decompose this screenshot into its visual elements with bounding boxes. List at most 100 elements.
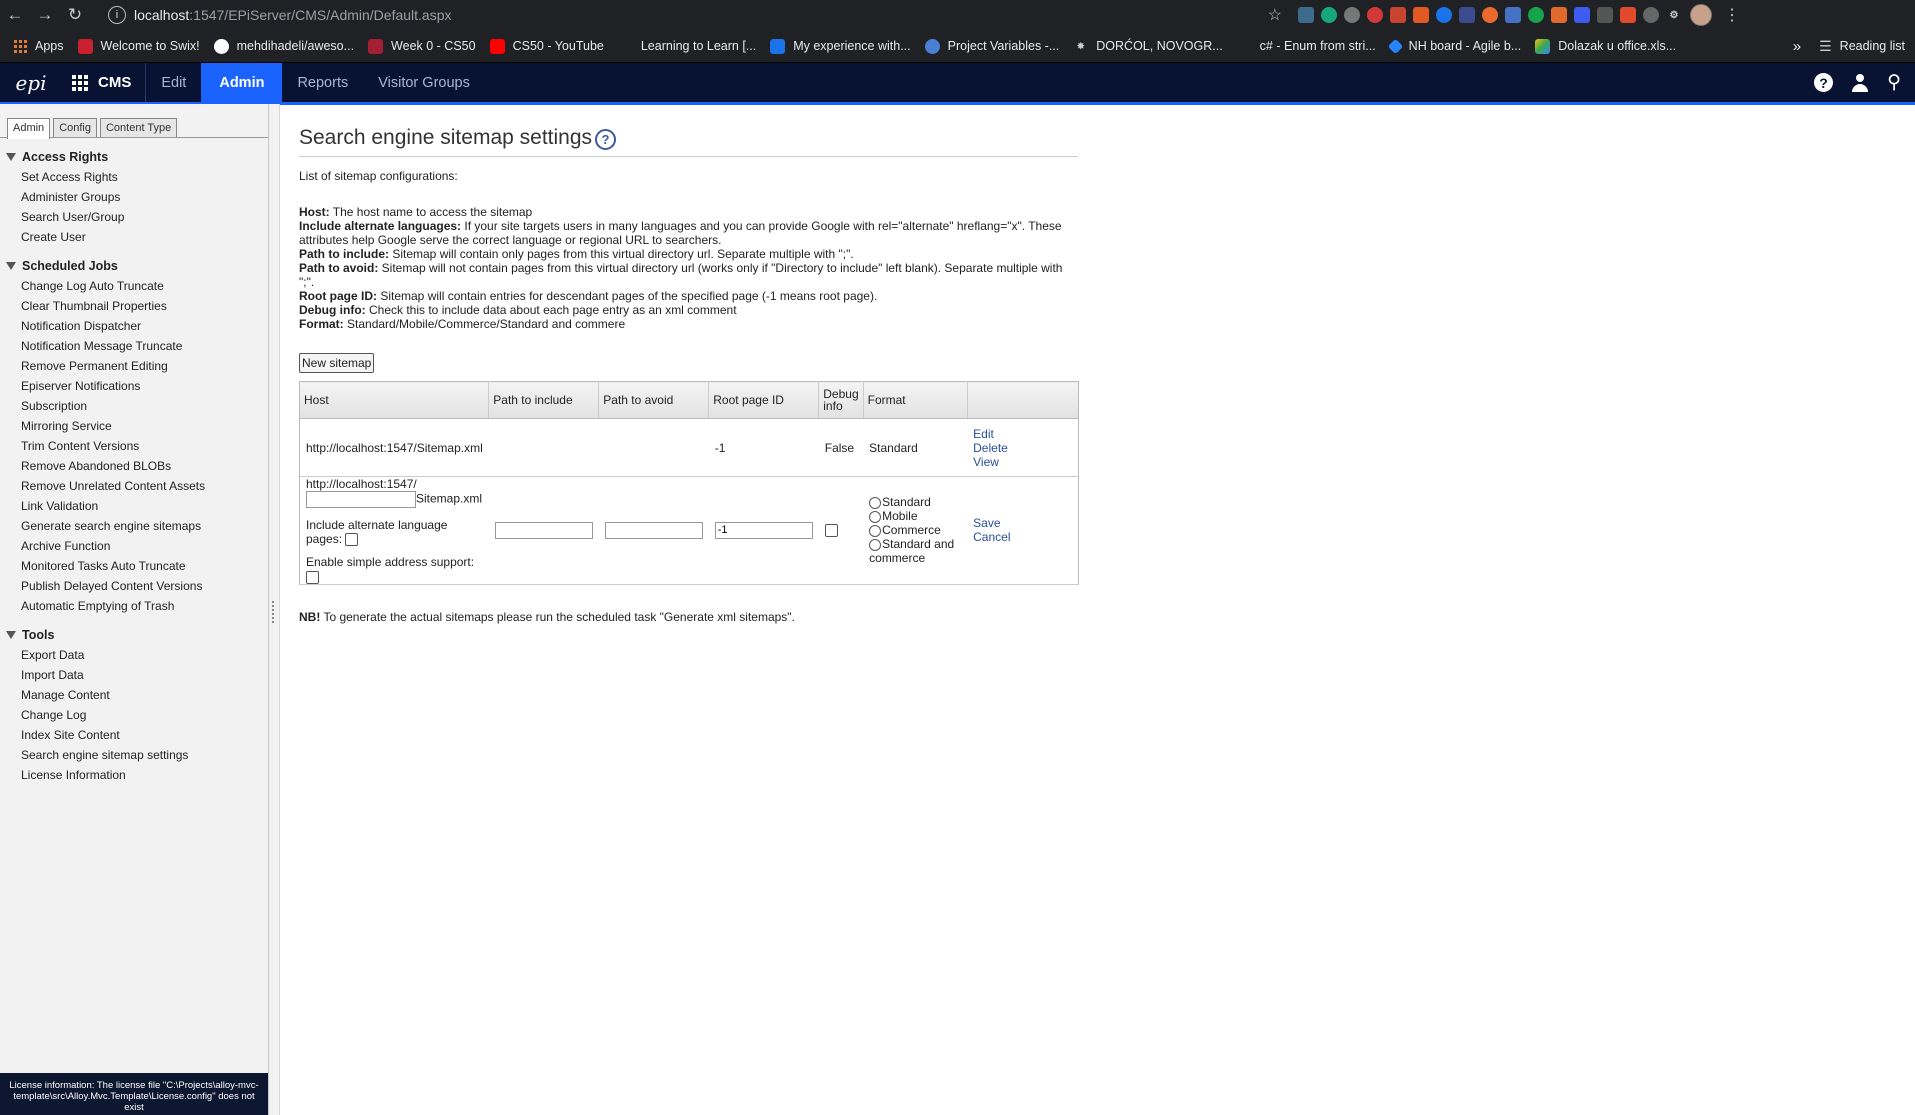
sidebar-item[interactable]: Change Log [0, 705, 268, 725]
extension-blue-icon[interactable] [1436, 7, 1452, 23]
extension-grid-icon[interactable] [1505, 7, 1521, 23]
new-sitemap-button[interactable]: New sitemap [299, 353, 375, 373]
path-include-input[interactable] [494, 521, 593, 539]
profile-avatar[interactable] [1690, 4, 1712, 26]
include-alt-checkbox[interactable] [345, 533, 359, 547]
view-link[interactable]: View [973, 455, 1072, 469]
help-icon[interactable]: ? [1814, 73, 1834, 92]
sidebar-item[interactable]: Mirroring Service [0, 416, 268, 436]
sidebar-item[interactable]: Notification Dispatcher [0, 316, 268, 336]
collapse-triangle-icon[interactable] [6, 631, 16, 639]
extension-calendar-icon[interactable] [1390, 7, 1406, 23]
extension-red-icon[interactable] [1367, 7, 1383, 23]
format-radio[interactable] [869, 525, 882, 538]
extension-orange-icon[interactable] [1482, 7, 1498, 23]
tab-edit[interactable]: Edit [146, 63, 201, 102]
sidebar-item[interactable]: Monitored Tasks Auto Truncate [0, 556, 268, 576]
format-radio[interactable] [869, 497, 882, 510]
bookmark-apps[interactable]: Apps [14, 39, 64, 53]
sidebar-item[interactable]: Index Site Content [0, 725, 268, 745]
sidebar-item[interactable]: Create User [0, 227, 268, 247]
extensions-puzzle-icon[interactable]: ⚙ [1666, 7, 1682, 23]
sidebar-section-header[interactable]: Access Rights [0, 150, 268, 164]
sidebar-item[interactable]: Change Log Auto Truncate [0, 276, 268, 296]
bookmark-item[interactable]: Welcome to Swix! [77, 38, 200, 54]
sidebar-item[interactable]: Link Validation [0, 496, 268, 516]
episerver-logo[interactable]: epi [0, 63, 62, 102]
collapse-triangle-icon[interactable] [6, 262, 16, 270]
collapse-triangle-icon[interactable] [6, 153, 16, 161]
address-bar[interactable]: i localhost:1547/EPiServer/CMS/Admin/Def… [100, 3, 1290, 27]
sidebar-tab-content-type[interactable]: Content Type [99, 118, 178, 137]
sidebar-item[interactable]: Publish Delayed Content Versions [0, 576, 268, 596]
sidebar-item[interactable]: Administer Groups [0, 187, 268, 207]
path-avoid-input[interactable] [604, 521, 703, 539]
sidebar-item[interactable]: Archive Function [0, 536, 268, 556]
tab-visitor-groups[interactable]: Visitor Groups [363, 63, 485, 102]
extension-m-icon[interactable] [1321, 7, 1337, 23]
extension-b-icon[interactable] [1459, 7, 1475, 23]
bookmark-item[interactable]: Learning to Learn [... [618, 39, 756, 54]
extension-d-icon[interactable] [1574, 7, 1590, 23]
sidebar-item[interactable]: Episerver Notifications [0, 376, 268, 396]
edit-link[interactable]: Edit [973, 427, 1072, 441]
sidebar-item[interactable]: Search User/Group [0, 207, 268, 227]
app-menu-grid-icon[interactable] [62, 63, 92, 102]
reload-icon[interactable]: ↻ [60, 0, 90, 30]
tab-admin[interactable]: Admin [201, 63, 283, 102]
bookmark-item[interactable]: NH board - Agile b... [1387, 38, 1521, 54]
format-option-standard[interactable]: Standard [869, 495, 961, 509]
sidebar-item[interactable]: Search engine sitemap settings [0, 745, 268, 765]
sidebar-item[interactable]: Import Data [0, 665, 268, 685]
root-page-id-input[interactable] [714, 521, 813, 539]
bookmark-item[interactable]: Project Variables -... [924, 38, 1059, 54]
bookmark-item[interactable]: Week 0 - CS50 [368, 38, 476, 54]
sidebar-section-header[interactable]: Tools [0, 628, 268, 642]
extension-gray-icon[interactable] [1643, 7, 1659, 23]
format-option-standard-commerce[interactable]: Standard and commerce [869, 537, 961, 565]
pane-splitter[interactable] [269, 104, 280, 1115]
react-devtools-icon[interactable] [1298, 7, 1314, 23]
sidebar-item[interactable]: Clear Thumbnail Properties [0, 296, 268, 316]
site-info-icon[interactable]: i [108, 6, 126, 24]
extension-v-icon[interactable] [1597, 7, 1613, 23]
extension-circle-icon[interactable] [1344, 7, 1360, 23]
sidebar-item[interactable]: Manage Content [0, 685, 268, 705]
sidebar-item[interactable]: Export Data [0, 645, 268, 665]
simple-address-checkbox[interactable] [306, 570, 319, 584]
search-icon[interactable]: ⚲ [1887, 71, 1901, 94]
bookmark-item[interactable]: My experience with... [770, 38, 911, 54]
bookmark-star-icon[interactable]: ☆ [1268, 5, 1282, 25]
bookmark-item[interactable]: mehdihadeli/aweso... [213, 38, 354, 54]
save-link[interactable]: Save [973, 516, 1072, 530]
debug-info-checkbox[interactable] [824, 524, 838, 538]
sidebar-item[interactable]: Generate search engine sitemaps [0, 516, 268, 536]
bookmark-item[interactable]: CS50 - YouTube [489, 38, 604, 54]
grammarly-icon[interactable] [1528, 7, 1544, 23]
splitter-grip-icon[interactable] [272, 601, 276, 623]
tab-reports[interactable]: Reports [282, 63, 363, 102]
delete-link[interactable]: Delete [973, 441, 1072, 455]
sidebar-tab-config[interactable]: Config [53, 118, 97, 137]
sidebar-item[interactable]: Remove Permanent Editing [0, 356, 268, 376]
bookmark-item[interactable]: c# - Enum from stri... [1237, 39, 1376, 54]
reading-list-button[interactable]: Reading list [1840, 39, 1905, 53]
sidebar-section-header[interactable]: Scheduled Jobs [0, 259, 268, 273]
user-icon[interactable] [1851, 73, 1869, 92]
extension-off-icon[interactable] [1551, 7, 1567, 23]
sidebar-item[interactable]: Subscription [0, 396, 268, 416]
sidebar-item[interactable]: Notification Message Truncate [0, 336, 268, 356]
bookmark-item[interactable]: ✸ DORĆOL, NOVOGR... [1073, 39, 1223, 54]
sidebar-item[interactable]: Automatic Emptying of Trash [0, 596, 268, 616]
extension-flame-icon[interactable] [1413, 7, 1429, 23]
sidebar-tab-admin[interactable]: Admin [7, 118, 51, 139]
sidebar-item[interactable]: Remove Abandoned BLOBs [0, 456, 268, 476]
sidebar-item[interactable]: Set Access Rights [0, 167, 268, 187]
browser-menu-icon[interactable]: ⋮ [1724, 5, 1740, 25]
sidebar-item[interactable]: Remove Unrelated Content Assets [0, 476, 268, 496]
format-option-mobile[interactable]: Mobile [869, 509, 961, 523]
bookmark-item[interactable]: Dolazak u office.xls... [1535, 38, 1676, 54]
help-icon[interactable]: ? [595, 129, 617, 150]
host-input[interactable] [306, 491, 416, 508]
cancel-link[interactable]: Cancel [973, 530, 1072, 544]
